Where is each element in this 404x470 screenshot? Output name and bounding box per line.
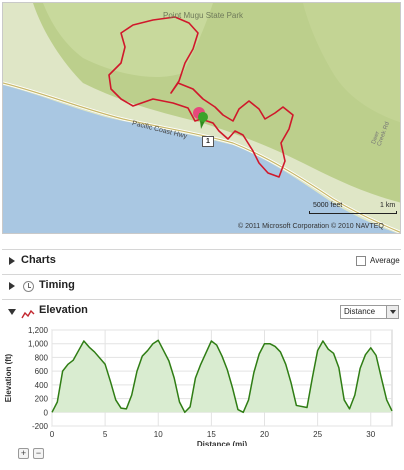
collapse-arrow-icon[interactable] xyxy=(9,257,15,265)
x-axis-dropdown[interactable]: Distance xyxy=(340,305,399,319)
elevation-chart: -200 0 200 400 600 800 1,000 1,200 0 5 10 15 20 25 30 D… xyxy=(2,322,401,451)
x-tick-label: 15 xyxy=(207,430,216,439)
y-tick-label: 1,000 xyxy=(28,340,49,349)
y-tick-label: 600 xyxy=(35,367,49,376)
map-copyright: © 2011 Microsoft Corporation © 2010 NAVT… xyxy=(238,223,384,230)
y-tick-label: 400 xyxy=(35,381,49,390)
x-tick-label: 20 xyxy=(260,430,269,439)
expand-arrow-icon[interactable] xyxy=(9,282,15,290)
scale-km-label: 1 km xyxy=(380,202,396,209)
average-label: Average xyxy=(370,256,400,265)
x-axis-label: Distance (mi) xyxy=(197,440,248,446)
timing-panel-header[interactable]: Timing xyxy=(2,274,401,298)
route-map[interactable]: Point Mugu State Park Pacific Coast Hwy … xyxy=(2,2,401,234)
x-tick-label: 25 xyxy=(313,430,322,439)
charts-title: Charts xyxy=(21,254,56,266)
x-tick-label: 30 xyxy=(366,430,375,439)
highway-shield: 1 xyxy=(202,136,214,147)
elevation-panel-header[interactable]: Elevation Distance xyxy=(2,299,401,323)
y-tick-label: 200 xyxy=(35,395,49,404)
zoom-out-button[interactable]: − xyxy=(33,448,44,459)
x-tick-label: 10 xyxy=(154,430,163,439)
scale-feet-label: 5000 feet xyxy=(313,202,343,209)
y-tick-label: 800 xyxy=(35,353,49,362)
dropdown-value: Distance xyxy=(344,307,376,316)
y-tick-label: 1,200 xyxy=(28,326,49,335)
collapse-arrow-icon[interactable] xyxy=(8,309,16,315)
y-tick-label: 0 xyxy=(44,408,49,417)
y-axis-label: Elevation (ft) xyxy=(4,353,13,402)
zoom-in-button[interactable]: + xyxy=(18,448,29,459)
park-label: Point Mugu State Park xyxy=(163,11,244,20)
timing-title: Timing xyxy=(39,279,75,291)
elevation-chart-svg: -20002004006008001,0001,2000 5 10 15 20 25 30D… xyxy=(4,326,393,449)
x-tick-label: 0 xyxy=(50,430,55,439)
average-checkbox[interactable] xyxy=(356,256,366,266)
chevron-down-icon[interactable] xyxy=(386,306,398,318)
charts-panel-header[interactable]: Charts Average xyxy=(2,249,401,273)
x-tick-label: 5 xyxy=(103,430,108,439)
clock-icon xyxy=(23,281,34,292)
scale-bar xyxy=(309,211,397,214)
y-tick-label: -200 xyxy=(32,422,49,431)
elevation-title: Elevation xyxy=(39,304,88,316)
